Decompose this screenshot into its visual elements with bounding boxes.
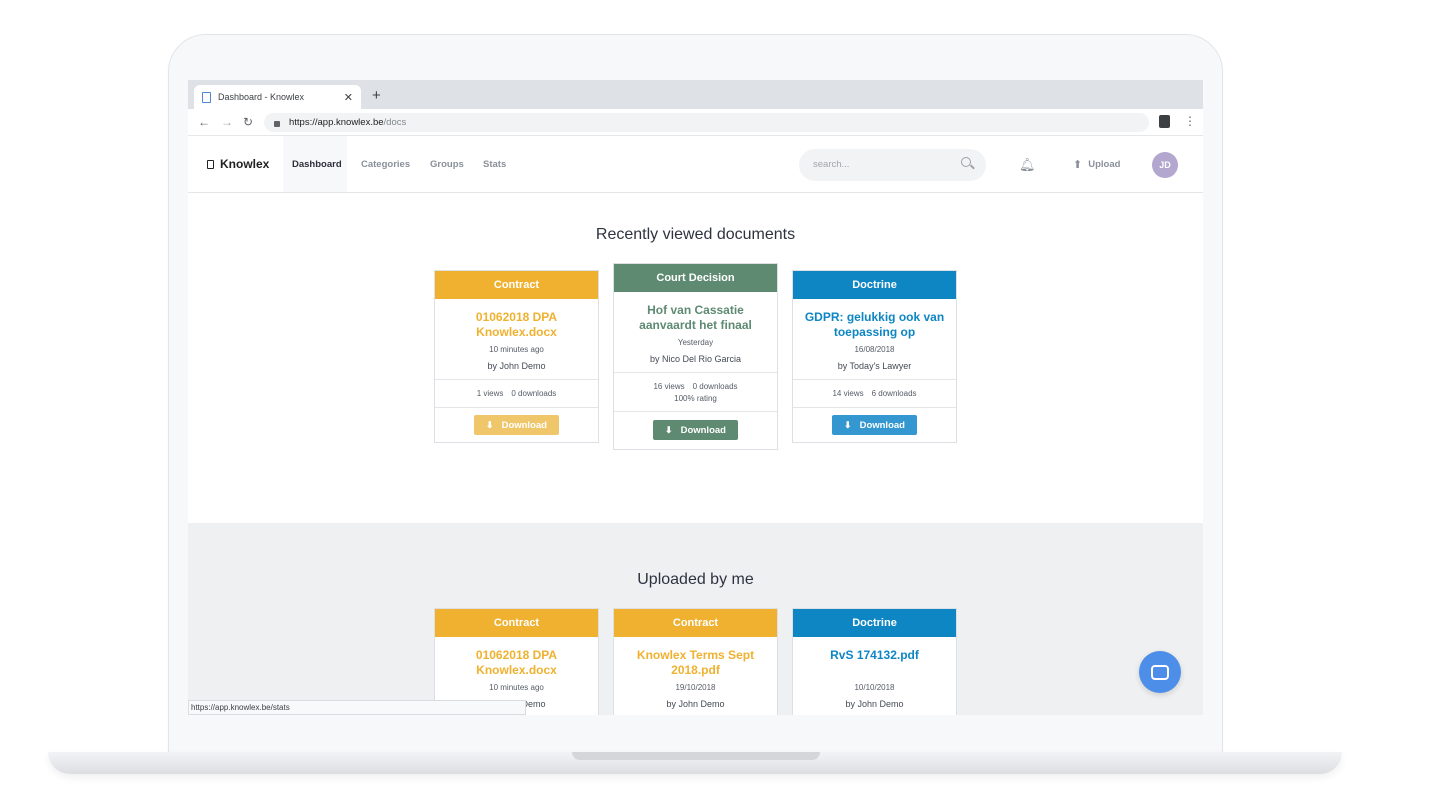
document-icon (202, 91, 211, 103)
upload-button[interactable]: ⬆ Upload (1073, 158, 1120, 171)
category-header: Doctrine (793, 271, 956, 299)
nav-dashboard[interactable]: Dashboard (292, 159, 342, 170)
search-icon[interactable] (961, 157, 971, 167)
avatar[interactable]: JD (1152, 152, 1178, 178)
nav-categories[interactable]: Categories (361, 159, 410, 170)
recently-viewed-title: Recently viewed documents (595, 226, 796, 243)
downloads-count: 0 downloads (692, 381, 738, 391)
upload-label: Upload (1088, 159, 1121, 170)
upload-icon: ⬆ (1073, 159, 1083, 171)
document-author: by Today's Lawyer (837, 361, 912, 371)
document-date: Yesterday (677, 338, 714, 347)
new-tab-button[interactable]: + (372, 87, 381, 104)
nav-stats[interactable]: Stats (483, 159, 506, 170)
nav-groups[interactable]: Groups (430, 159, 464, 170)
search-placeholder: search... (813, 159, 850, 170)
download-icon: ⬇ (844, 419, 852, 430)
download-icon: ⬇ (665, 424, 673, 435)
category-header: Contract (435, 609, 598, 637)
document-title[interactable]: Knowlex Terms Sept 2018.pdf (614, 648, 777, 678)
brand-logo[interactable]: Knowlex (207, 157, 269, 171)
brand-name: Knowlex (220, 157, 270, 171)
document-stats: 16 views 0 downloads 100% rating (614, 372, 777, 412)
views-count: 16 views (653, 381, 685, 391)
document-date: 10 minutes ago (489, 683, 544, 692)
document-card[interactable]: Doctrine GDPR: gelukkig ook van toepassi… (792, 270, 957, 443)
download-label: Download (680, 424, 726, 436)
tab-title: Dashboard - Knowlex (218, 92, 305, 102)
download-button[interactable]: ⬇ Download (474, 415, 559, 435)
document-stats: 14 views 6 downloads (793, 379, 956, 408)
uploaded-by-me-section: Uploaded by me Contract 01062018 DPA Kno… (188, 523, 1203, 715)
forward-icon[interactable]: → (221, 115, 233, 129)
category-header: Contract (435, 271, 598, 299)
card-body: 01062018 DPA Knowlex.docx 10 minutes ago… (435, 637, 598, 709)
extension-icon[interactable] (1159, 115, 1170, 128)
reload-icon[interactable]: ↻ (243, 115, 253, 129)
document-author: by Nico Del Rio Garcia (649, 354, 742, 364)
rating: 100% rating (674, 393, 717, 403)
document-title[interactable]: Hof van Cassatie aanvaardt het finaal (614, 303, 777, 333)
views-count: 1 views (476, 389, 504, 398)
recently-viewed-section: Recently viewed documents Contract 01062… (188, 193, 1203, 523)
document-date: 10 minutes ago (489, 345, 544, 354)
back-icon[interactable]: ← (198, 115, 210, 129)
document-author: by John Demo (845, 699, 904, 709)
card-body: GDPR: gelukkig ook van toepassing op 16/… (793, 299, 956, 379)
document-card[interactable]: Doctrine RvS 174132.pdf 10/10/2018 by Jo… (792, 608, 957, 715)
downloads-count: 0 downloads (511, 389, 557, 398)
document-date: 19/10/2018 (675, 683, 716, 692)
category-header: Court Decision (614, 264, 777, 292)
close-tab-icon[interactable]: ✕ (344, 91, 353, 104)
document-card[interactable]: Contract 01062018 DPA Knowlex.docx 10 mi… (434, 608, 599, 715)
chat-icon (1151, 664, 1169, 680)
url-input[interactable]: https://app.knowlex.be/docs (264, 113, 1149, 132)
document-card[interactable]: Contract 01062018 DPA Knowlex.docx 10 mi… (434, 270, 599, 443)
document-date: 10/10/2018 (854, 683, 895, 692)
download-button[interactable]: ⬇ Download (653, 420, 738, 440)
card-body: RvS 174132.pdf 10/10/2018 by John Demo (793, 637, 956, 709)
download-label: Download (859, 419, 905, 431)
card-actions: ⬇ Download (793, 408, 956, 442)
views-count: 14 views (832, 389, 864, 398)
laptop-notch (572, 752, 820, 760)
search-input[interactable]: search... (799, 149, 986, 181)
document-card[interactable]: Contract Knowlex Terms Sept 2018.pdf 19/… (613, 608, 778, 715)
document-stats: 1 views 0 downloads (435, 379, 598, 408)
address-bar-row: ← → ↻ https://app.knowlex.be/docs ⋮ (188, 109, 1203, 136)
document-author: by John Demo (487, 361, 546, 371)
document-date: 16/08/2018 (854, 345, 895, 354)
category-header: Contract (614, 609, 777, 637)
browser-menu-icon[interactable]: ⋮ (1184, 114, 1196, 128)
card-actions: ⬇ Download (614, 412, 777, 448)
browser-window: Dashboard - Knowlex ✕ + ← → ↻ https://ap… (188, 80, 1203, 715)
downloads-count: 6 downloads (871, 389, 917, 398)
browser-tab[interactable]: Dashboard - Knowlex ✕ (194, 85, 361, 109)
card-body: Hof van Cassatie aanvaardt het finaal Ye… (614, 292, 777, 372)
card-body: 01062018 DPA Knowlex.docx 10 minutes ago… (435, 299, 598, 379)
tab-strip: Dashboard - Knowlex ✕ + (188, 80, 1203, 109)
card-actions: ⬇ Download (435, 408, 598, 442)
document-card[interactable]: Court Decision Hof van Cassatie aanvaard… (613, 263, 778, 450)
category-header: Doctrine (793, 609, 956, 637)
card-body: Knowlex Terms Sept 2018.pdf 19/10/2018 b… (614, 637, 777, 709)
link-status-bar: https://app.knowlex.be/stats (188, 700, 526, 715)
bell-icon[interactable]: 🔔︎ (1019, 157, 1036, 173)
document-title[interactable]: RvS 174132.pdf (793, 648, 956, 678)
document-title[interactable]: 01062018 DPA Knowlex.docx (435, 648, 598, 678)
uploaded-title: Uploaded by me (637, 571, 754, 588)
download-label: Download (501, 419, 547, 431)
url-text: https://app.knowlex.be/docs (289, 117, 407, 128)
chat-widget-button[interactable] (1139, 651, 1181, 693)
lock-icon (274, 120, 280, 127)
download-button[interactable]: ⬇ Download (832, 415, 917, 435)
document-title[interactable]: GDPR: gelukkig ook van toepassing op (793, 310, 956, 340)
document-author: by John Demo (666, 699, 725, 709)
download-icon: ⬇ (486, 419, 494, 430)
document-logo-icon (207, 159, 214, 169)
app-header: Knowlex Dashboard Categories Groups Stat… (188, 136, 1203, 193)
document-title[interactable]: 01062018 DPA Knowlex.docx (435, 310, 598, 340)
